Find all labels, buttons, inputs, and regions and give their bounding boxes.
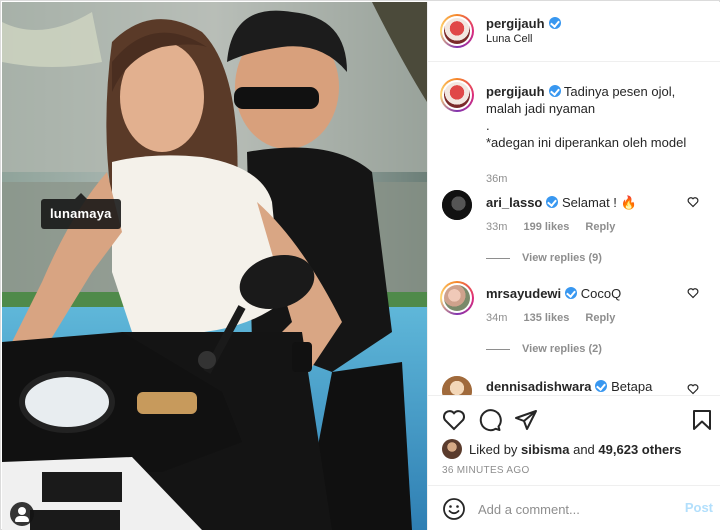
comment-likes[interactable]: 199 likes	[523, 221, 569, 233]
verified-badge-icon	[595, 380, 608, 392]
heart-icon[interactable]	[442, 408, 466, 432]
author-name-row: pergijauh	[486, 15, 561, 33]
comment-text: Selamat ! 🔥	[562, 195, 637, 210]
comment-meta: 33m 199 likes Reply	[486, 221, 628, 233]
comment-text: Betapa	[611, 379, 653, 394]
post-timestamp[interactable]: 36 MINUTES AGO	[442, 465, 530, 476]
tagged-users-icon[interactable]	[10, 502, 34, 526]
comment-icon[interactable]	[478, 408, 502, 432]
comment-heart-icon[interactable]	[687, 383, 699, 395]
comment-heart-icon[interactable]	[687, 287, 699, 299]
view-replies-button[interactable]: View replies (9)	[486, 252, 602, 264]
caption-username[interactable]: pergijauh	[486, 84, 545, 99]
post-photo[interactable]: lunamaya	[2, 2, 427, 530]
liker-avatar[interactable]	[442, 439, 462, 459]
liked-by-user[interactable]: sibisma	[521, 442, 569, 457]
post-actions: Liked by sibisma and 49,623 others 36 MI…	[428, 395, 720, 485]
commenter-avatar[interactable]	[442, 190, 472, 220]
comment-meta: 34m 135 likes Reply	[486, 312, 628, 324]
caption-text-block: pergijauh Tadinya pesen ojol, malah jadi…	[486, 83, 708, 151]
comment-text-row: dennisadishwara Betapa	[486, 378, 686, 395]
add-comment-bar: Post	[428, 485, 720, 530]
comment-time[interactable]: 33m	[486, 221, 507, 233]
author-avatar[interactable]	[440, 14, 474, 48]
comment-likes[interactable]: 135 likes	[523, 312, 569, 324]
post-sidebar: pergijauh Luna Cell pergijauh Tadinya pe…	[427, 2, 720, 530]
comment-item: dennisadishwara Betapa	[428, 374, 720, 395]
verified-badge-icon	[546, 196, 559, 208]
comments-section[interactable]: pergijauh Tadinya pesen ojol, malah jadi…	[428, 63, 720, 395]
author-username[interactable]: pergijauh	[486, 16, 545, 31]
liked-by-prefix: Liked by	[469, 441, 518, 457]
commenter-avatar[interactable]	[440, 281, 474, 315]
bookmark-icon[interactable]	[690, 408, 714, 432]
post-comment-button[interactable]: Post	[685, 500, 713, 515]
liked-by-row: Liked by sibisma and 49,623 others	[442, 439, 682, 459]
liked-by-and: and	[573, 441, 595, 457]
photo-illustration	[2, 2, 427, 530]
send-icon[interactable]	[514, 408, 538, 432]
smiley-icon[interactable]	[442, 497, 466, 521]
comment-text: CocoQ	[580, 286, 622, 301]
post-header: pergijauh Luna Cell	[428, 2, 720, 62]
caption-author-avatar[interactable]	[440, 78, 474, 112]
verified-badge-icon	[548, 17, 561, 29]
comment-text-row: ari_lasso Selamat ! 🔥	[486, 194, 686, 211]
view-replies-button[interactable]: View replies (2)	[486, 343, 602, 355]
comment-time[interactable]: 34m	[486, 312, 507, 324]
caption-time[interactable]: 36m	[486, 173, 507, 185]
reply-button[interactable]: Reply	[585, 312, 615, 324]
post-location[interactable]: Luna Cell	[486, 33, 532, 45]
comment-heart-icon[interactable]	[687, 196, 699, 208]
photo-user-tag[interactable]: lunamaya	[41, 193, 121, 229]
commenter-username[interactable]: ari_lasso	[486, 195, 542, 210]
comment-item: ari_lasso Selamat ! 🔥 33m 199 likes Repl…	[428, 190, 720, 270]
comment-item: mrsayudewi CocoQ 34m 135 likes Reply Vie…	[428, 281, 720, 361]
liked-by-count[interactable]: 49,623 others	[598, 442, 681, 457]
comment-text-row: mrsayudewi CocoQ	[486, 285, 686, 302]
verified-badge-icon	[565, 287, 578, 299]
commenter-avatar[interactable]	[442, 376, 472, 395]
commenter-username[interactable]: dennisadishwara	[486, 379, 591, 394]
verified-badge-icon	[548, 85, 561, 97]
comment-input[interactable]	[478, 498, 668, 520]
post-window: lunamaya pergijauh Luna Cell pergijauh T…	[0, 0, 720, 530]
reply-button[interactable]: Reply	[585, 221, 615, 233]
commenter-username[interactable]: mrsayudewi	[486, 286, 561, 301]
